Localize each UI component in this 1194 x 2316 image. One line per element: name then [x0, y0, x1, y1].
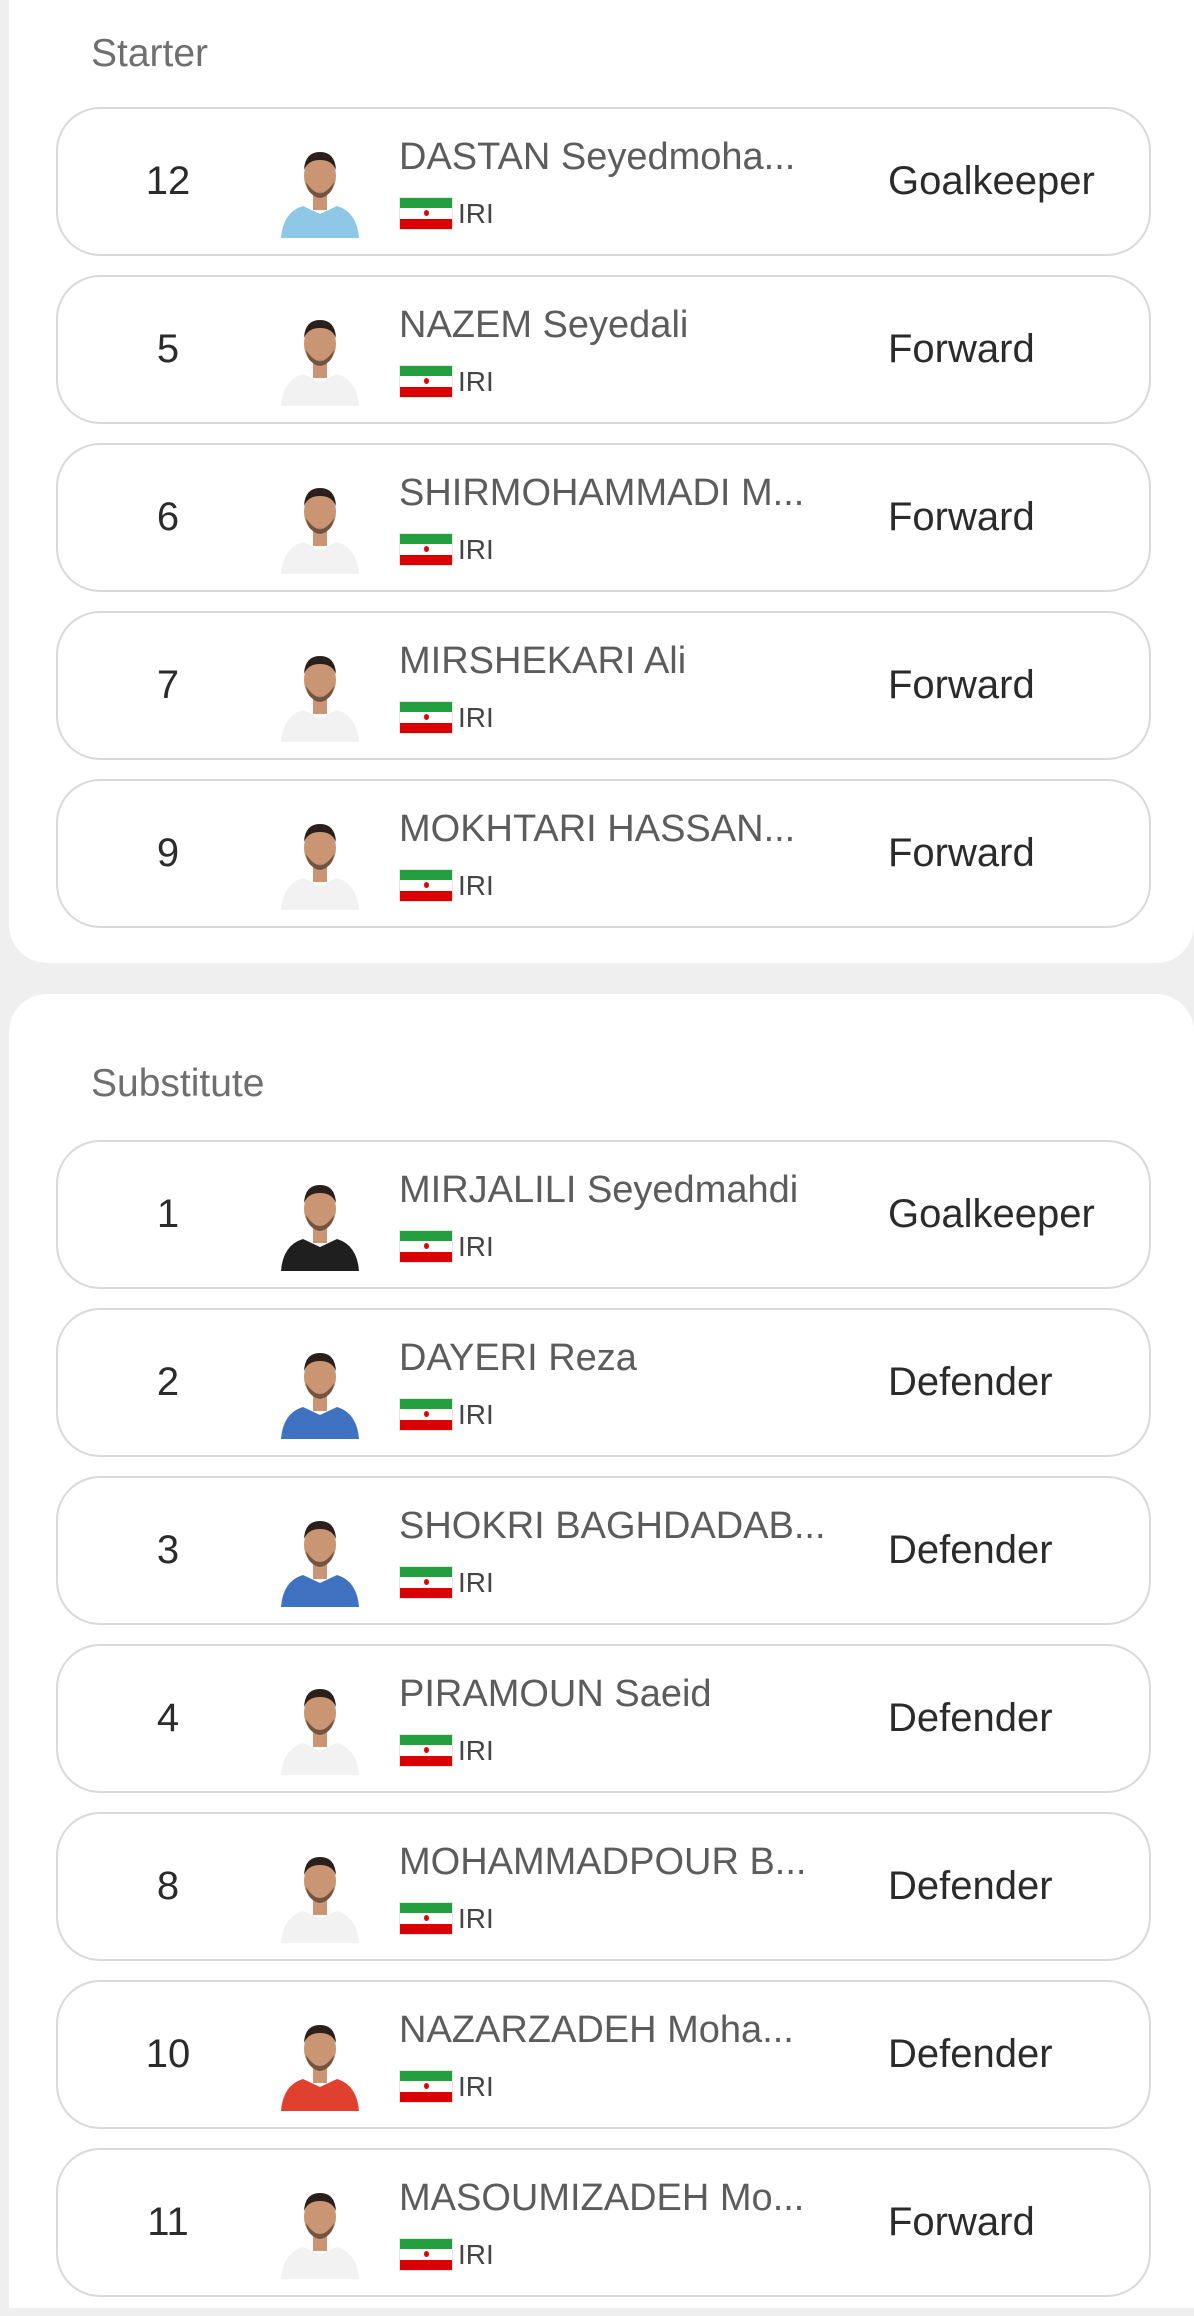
shirt-number: 1	[156, 1192, 180, 1236]
shirt-number: 8	[156, 1864, 180, 1908]
player-name: MASOUMIZADEH Mo...	[399, 2178, 805, 2219]
player-position: Goalkeeper	[888, 159, 1095, 203]
country-code: IRI	[458, 1567, 494, 1598]
shirt-number: 5	[156, 327, 180, 371]
player-photo	[277, 1507, 363, 1607]
player-row[interactable]: 2 DAYERI Reza IRI Defender	[56, 1308, 1151, 1457]
country-code: IRI	[458, 1399, 494, 1430]
player-row[interactable]: 5 NAZEM Seyedali IRI Forward	[56, 275, 1151, 424]
iran-flag-icon	[399, 869, 453, 902]
iran-flag-icon	[399, 1398, 453, 1431]
iran-flag-icon	[399, 1566, 453, 1599]
player-name: PIRAMOUN Saeid	[399, 1674, 712, 1715]
player-position: Forward	[888, 663, 1035, 707]
shirt-number: 9	[156, 831, 180, 875]
player-row[interactable]: 12 DASTAN Seyedmoha... IRI Goalkeeper	[56, 107, 1151, 256]
player-name: MOHAMMADPOUR B...	[399, 1842, 807, 1883]
starter-section: Starter 12 DASTAN Seyedmoha... IRI Goalkeep…	[9, 0, 1194, 963]
country-code: IRI	[458, 870, 494, 901]
player-row[interactable]: 9 MOKHTARI HASSAN... IRI Forward	[56, 779, 1151, 928]
country-code: IRI	[458, 366, 494, 397]
shirt-number: 3	[156, 1528, 180, 1572]
iran-flag-icon	[399, 365, 453, 398]
player-name: SHIRMOHAMMADI M...	[399, 473, 805, 514]
player-position: Forward	[888, 831, 1035, 875]
iran-flag-icon	[399, 197, 453, 230]
substitute-list: 1 MIRJALILI Seyedmahdi IRI Goalkeeper 2 DAYER…	[56, 1140, 1151, 2316]
iran-flag-icon	[399, 1734, 453, 1767]
player-row[interactable]: 4 PIRAMOUN Saeid IRI Defender	[56, 1644, 1151, 1793]
player-photo	[277, 2011, 363, 2111]
shirt-number: 2	[156, 1360, 180, 1404]
player-position: Forward	[888, 327, 1035, 371]
country-code: IRI	[458, 1903, 494, 1934]
player-name: MOKHTARI HASSAN...	[399, 809, 796, 850]
country-code: IRI	[458, 2239, 494, 2270]
player-photo	[277, 2179, 363, 2279]
shirt-number: 4	[156, 1696, 180, 1740]
player-photo	[277, 474, 363, 574]
player-name: NAZEM Seyedali	[399, 305, 689, 346]
player-row[interactable]: 1 MIRJALILI Seyedmahdi IRI Goalkeeper	[56, 1140, 1151, 1289]
shirt-number: 10	[145, 2032, 191, 2076]
player-row[interactable]: 10 NAZARZADEH Moha... IRI Defender	[56, 1980, 1151, 2129]
substitute-section: Substitute 1 MIRJALILI Seyedmahdi IRI Goalk…	[9, 994, 1194, 2308]
iran-flag-icon	[399, 1902, 453, 1935]
country-code: IRI	[458, 2071, 494, 2102]
player-photo	[277, 1675, 363, 1775]
player-position: Forward	[888, 495, 1035, 539]
player-photo	[277, 138, 363, 238]
player-name: MIRJALILI Seyedmahdi	[399, 1170, 799, 1211]
iran-flag-icon	[399, 1230, 453, 1263]
player-position: Defender	[888, 2032, 1053, 2076]
country-code: IRI	[458, 702, 494, 733]
player-row[interactable]: 6 SHIRMOHAMMADI M... IRI Forward	[56, 443, 1151, 592]
player-row[interactable]: 11 MASOUMIZADEH Mo... IRI Forward	[56, 2148, 1151, 2297]
shirt-number: 11	[147, 2200, 189, 2244]
player-name: NAZARZADEH Moha...	[399, 2010, 794, 2051]
player-photo	[277, 642, 363, 742]
section-title-starter: Starter	[91, 32, 209, 75]
player-position: Defender	[888, 1696, 1053, 1740]
shirt-number: 7	[156, 663, 180, 707]
shirt-number: 12	[145, 159, 191, 203]
player-photo	[277, 1339, 363, 1439]
country-code: IRI	[458, 198, 494, 229]
player-name: SHOKRI BAGHDADAB...	[399, 1506, 826, 1547]
player-position: Goalkeeper	[888, 1192, 1095, 1236]
player-row[interactable]: 8 MOHAMMADPOUR B... IRI Defender	[56, 1812, 1151, 1961]
player-photo	[277, 810, 363, 910]
country-code: IRI	[458, 1735, 494, 1766]
shirt-number: 6	[156, 495, 180, 539]
iran-flag-icon	[399, 701, 453, 734]
player-name: DAYERI Reza	[399, 1338, 637, 1379]
country-code: IRI	[458, 534, 494, 565]
section-title-substitute: Substitute	[91, 1062, 265, 1105]
player-row[interactable]: 3 SHOKRI BAGHDADAB... IRI Defender	[56, 1476, 1151, 1625]
player-name: MIRSHEKARI Ali	[399, 641, 687, 682]
player-name: DASTAN Seyedmoha...	[399, 137, 796, 178]
player-position: Defender	[888, 1528, 1053, 1572]
player-position: Defender	[888, 1360, 1053, 1404]
starter-list: 12 DASTAN Seyedmoha... IRI Goalkeeper 5 NAZEM…	[56, 107, 1151, 947]
player-position: Forward	[888, 2200, 1035, 2244]
player-photo	[277, 306, 363, 406]
iran-flag-icon	[399, 533, 453, 566]
player-photo	[277, 1171, 363, 1271]
iran-flag-icon	[399, 2070, 453, 2103]
player-row[interactable]: 7 MIRSHEKARI Ali IRI Forward	[56, 611, 1151, 760]
player-position: Defender	[888, 1864, 1053, 1908]
country-code: IRI	[458, 1231, 494, 1262]
iran-flag-icon	[399, 2238, 453, 2271]
player-photo	[277, 1843, 363, 1943]
